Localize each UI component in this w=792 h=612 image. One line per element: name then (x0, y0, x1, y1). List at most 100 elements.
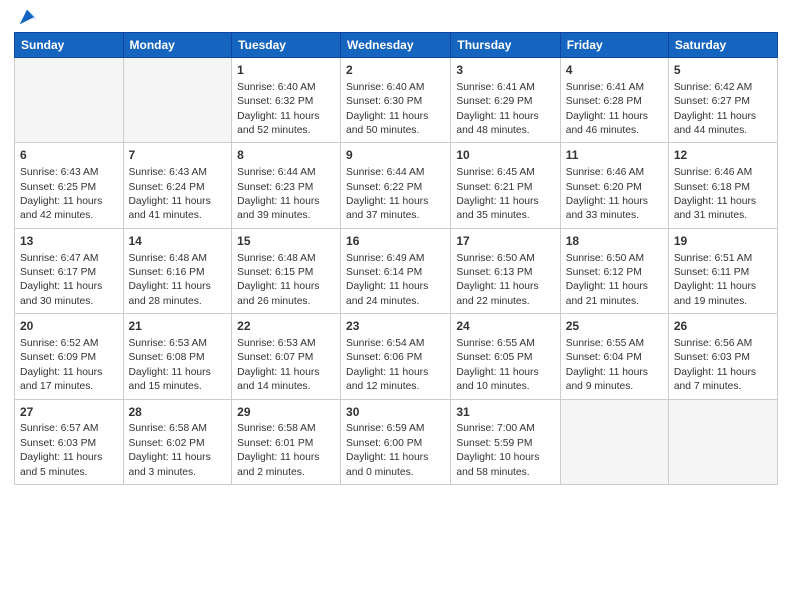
sunset-text: Sunset: 6:18 PM (674, 182, 750, 193)
sunrise-text: Sunrise: 6:45 AM (456, 167, 534, 178)
daylight-text: Daylight: 11 hours and 35 minutes. (456, 196, 538, 221)
weekday-header: Friday (560, 33, 668, 58)
calendar-cell: 24Sunrise: 6:55 AMSunset: 6:05 PMDayligh… (451, 314, 560, 399)
day-number: 8 (237, 147, 335, 164)
calendar-cell: 9Sunrise: 6:44 AMSunset: 6:22 PMDaylight… (341, 143, 451, 228)
sunset-text: Sunset: 6:05 PM (456, 352, 532, 363)
day-number: 29 (237, 404, 335, 421)
weekday-header: Thursday (451, 33, 560, 58)
daylight-text: Daylight: 11 hours and 17 minutes. (20, 367, 102, 392)
daylight-text: Daylight: 11 hours and 0 minutes. (346, 452, 428, 477)
calendar-cell: 27Sunrise: 6:57 AMSunset: 6:03 PMDayligh… (15, 399, 124, 484)
sunrise-text: Sunrise: 6:58 AM (129, 423, 207, 434)
calendar-cell: 1Sunrise: 6:40 AMSunset: 6:32 PMDaylight… (232, 58, 341, 143)
calendar-cell: 2Sunrise: 6:40 AMSunset: 6:30 PMDaylight… (341, 58, 451, 143)
daylight-text: Daylight: 11 hours and 48 minutes. (456, 111, 538, 136)
sunrise-text: Sunrise: 6:50 AM (566, 253, 644, 264)
day-number: 18 (566, 233, 663, 250)
logo (14, 10, 38, 28)
calendar-cell: 29Sunrise: 6:58 AMSunset: 6:01 PMDayligh… (232, 399, 341, 484)
weekday-header: Saturday (668, 33, 777, 58)
day-number: 16 (346, 233, 445, 250)
calendar-cell: 4Sunrise: 6:41 AMSunset: 6:28 PMDaylight… (560, 58, 668, 143)
weekday-header: Sunday (15, 33, 124, 58)
day-number: 7 (129, 147, 227, 164)
calendar-cell: 20Sunrise: 6:52 AMSunset: 6:09 PMDayligh… (15, 314, 124, 399)
sunset-text: Sunset: 6:22 PM (346, 182, 422, 193)
calendar-table: SundayMondayTuesdayWednesdayThursdayFrid… (14, 32, 778, 485)
day-number: 5 (674, 62, 772, 79)
logo-icon (16, 6, 38, 28)
sunrise-text: Sunrise: 6:50 AM (456, 253, 534, 264)
sunrise-text: Sunrise: 6:55 AM (456, 338, 534, 349)
calendar-cell: 14Sunrise: 6:48 AMSunset: 6:16 PMDayligh… (123, 228, 232, 313)
day-number: 3 (456, 62, 554, 79)
sunrise-text: Sunrise: 6:55 AM (566, 338, 644, 349)
calendar-week-row: 6Sunrise: 6:43 AMSunset: 6:25 PMDaylight… (15, 143, 778, 228)
sunset-text: Sunset: 6:17 PM (20, 267, 96, 278)
calendar-cell: 7Sunrise: 6:43 AMSunset: 6:24 PMDaylight… (123, 143, 232, 228)
sunset-text: Sunset: 6:24 PM (129, 182, 205, 193)
calendar-cell: 19Sunrise: 6:51 AMSunset: 6:11 PMDayligh… (668, 228, 777, 313)
day-number: 9 (346, 147, 445, 164)
sunset-text: Sunset: 6:25 PM (20, 182, 96, 193)
day-number: 26 (674, 318, 772, 335)
daylight-text: Daylight: 11 hours and 5 minutes. (20, 452, 102, 477)
sunrise-text: Sunrise: 6:41 AM (456, 82, 534, 93)
calendar-cell: 8Sunrise: 6:44 AMSunset: 6:23 PMDaylight… (232, 143, 341, 228)
day-number: 31 (456, 404, 554, 421)
daylight-text: Daylight: 11 hours and 30 minutes. (20, 281, 102, 306)
calendar-cell: 31Sunrise: 7:00 AMSunset: 5:59 PMDayligh… (451, 399, 560, 484)
calendar-header-row: SundayMondayTuesdayWednesdayThursdayFrid… (15, 33, 778, 58)
day-number: 22 (237, 318, 335, 335)
sunrise-text: Sunrise: 6:56 AM (674, 338, 752, 349)
daylight-text: Daylight: 11 hours and 33 minutes. (566, 196, 648, 221)
day-number: 13 (20, 233, 118, 250)
day-number: 20 (20, 318, 118, 335)
daylight-text: Daylight: 11 hours and 12 minutes. (346, 367, 428, 392)
calendar-week-row: 20Sunrise: 6:52 AMSunset: 6:09 PMDayligh… (15, 314, 778, 399)
daylight-text: Daylight: 11 hours and 15 minutes. (129, 367, 211, 392)
sunrise-text: Sunrise: 6:48 AM (237, 253, 315, 264)
daylight-text: Daylight: 11 hours and 42 minutes. (20, 196, 102, 221)
day-number: 21 (129, 318, 227, 335)
daylight-text: Daylight: 11 hours and 3 minutes. (129, 452, 211, 477)
day-number: 24 (456, 318, 554, 335)
daylight-text: Daylight: 11 hours and 52 minutes. (237, 111, 319, 136)
daylight-text: Daylight: 11 hours and 21 minutes. (566, 281, 648, 306)
calendar-cell: 22Sunrise: 6:53 AMSunset: 6:07 PMDayligh… (232, 314, 341, 399)
sunset-text: Sunset: 6:27 PM (674, 96, 750, 107)
weekday-header: Tuesday (232, 33, 341, 58)
sunset-text: Sunset: 6:14 PM (346, 267, 422, 278)
sunrise-text: Sunrise: 6:43 AM (20, 167, 98, 178)
sunrise-text: Sunrise: 6:53 AM (237, 338, 315, 349)
day-number: 1 (237, 62, 335, 79)
sunset-text: Sunset: 6:01 PM (237, 438, 313, 449)
daylight-text: Daylight: 11 hours and 44 minutes. (674, 111, 756, 136)
daylight-text: Daylight: 11 hours and 19 minutes. (674, 281, 756, 306)
sunset-text: Sunset: 6:07 PM (237, 352, 313, 363)
daylight-text: Daylight: 11 hours and 24 minutes. (346, 281, 428, 306)
daylight-text: Daylight: 10 hours and 58 minutes. (456, 452, 539, 477)
sunrise-text: Sunrise: 6:53 AM (129, 338, 207, 349)
sunset-text: Sunset: 6:04 PM (566, 352, 642, 363)
sunset-text: Sunset: 6:20 PM (566, 182, 642, 193)
day-number: 23 (346, 318, 445, 335)
sunset-text: Sunset: 6:00 PM (346, 438, 422, 449)
calendar-cell: 26Sunrise: 6:56 AMSunset: 6:03 PMDayligh… (668, 314, 777, 399)
sunrise-text: Sunrise: 6:40 AM (346, 82, 424, 93)
sunrise-text: Sunrise: 6:41 AM (566, 82, 644, 93)
sunset-text: Sunset: 6:06 PM (346, 352, 422, 363)
daylight-text: Daylight: 11 hours and 26 minutes. (237, 281, 319, 306)
calendar-cell: 28Sunrise: 6:58 AMSunset: 6:02 PMDayligh… (123, 399, 232, 484)
day-number: 15 (237, 233, 335, 250)
day-number: 30 (346, 404, 445, 421)
calendar-cell: 23Sunrise: 6:54 AMSunset: 6:06 PMDayligh… (341, 314, 451, 399)
day-number: 10 (456, 147, 554, 164)
daylight-text: Daylight: 11 hours and 22 minutes. (456, 281, 538, 306)
sunrise-text: Sunrise: 6:40 AM (237, 82, 315, 93)
sunset-text: Sunset: 6:11 PM (674, 267, 749, 278)
sunset-text: Sunset: 6:08 PM (129, 352, 205, 363)
calendar-cell: 16Sunrise: 6:49 AMSunset: 6:14 PMDayligh… (341, 228, 451, 313)
calendar-cell: 18Sunrise: 6:50 AMSunset: 6:12 PMDayligh… (560, 228, 668, 313)
